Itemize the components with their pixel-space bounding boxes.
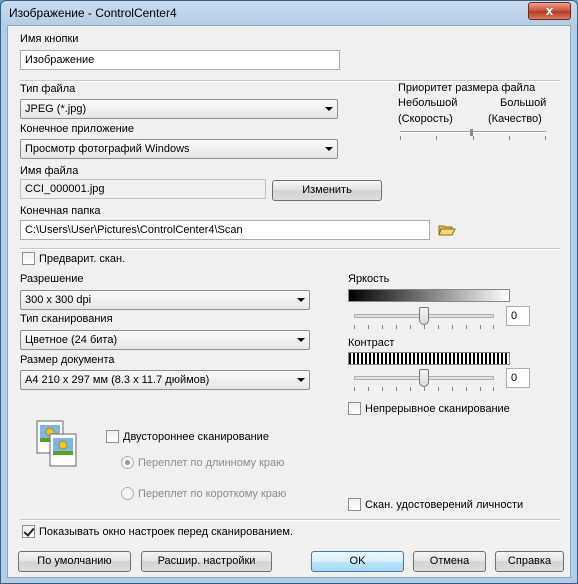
target-app-value: Просмотр фотографий Windows — [25, 143, 190, 155]
long-edge-label: Переплет по длинному краю — [138, 457, 285, 469]
separator — [20, 248, 560, 250]
advanced-settings-button[interactable]: Расшир. настройки — [141, 551, 272, 572]
duplex-pages-icon — [36, 420, 88, 468]
prescan-label: Предварит. скан. — [39, 253, 126, 265]
document-size-select[interactable]: A4 210 x 297 мм (8.3 x 11.7 дюймов) — [20, 370, 310, 390]
brightness-value[interactable]: 0 — [506, 306, 530, 326]
resolution-value: 300 x 300 dpi — [25, 294, 92, 306]
button-name-label: Имя кнопки — [20, 33, 79, 45]
dialog-content: Имя кнопки Изображение Тип файла JPEG (*… — [7, 25, 571, 578]
file-name-field: CCI_000001.jpg — [20, 179, 266, 199]
close-icon: x — [545, 3, 554, 18]
dialog-window: Изображение - ControlCenter4 x Имя кнопк… — [0, 0, 578, 584]
scan-type-value: Цветное (24 бита) — [25, 334, 118, 346]
document-size-label: Размер документа — [20, 354, 115, 366]
brightness-label: Яркость — [348, 273, 390, 285]
change-file-name-button[interactable]: Изменить — [272, 180, 382, 201]
window-title: Изображение - ControlCenter4 — [9, 6, 177, 20]
contrast-slider-thumb[interactable] — [419, 369, 429, 387]
slider-ticks — [400, 136, 546, 140]
scan-type-label: Тип сканирования — [20, 313, 113, 325]
target-folder-input[interactable]: C:\Users\User\Pictures\ControlCenter4\Sc… — [20, 220, 430, 240]
contrast-pattern — [348, 352, 510, 365]
separator — [20, 519, 560, 521]
continuous-scan-label: Непрерывное сканирование — [365, 403, 510, 415]
document-size-value: A4 210 x 297 мм (8.3 x 11.7 дюймов) — [25, 374, 210, 386]
file-type-label: Тип файла — [20, 83, 76, 95]
chevron-down-icon — [297, 378, 305, 382]
file-size-slider[interactable] — [400, 129, 546, 141]
short-edge-radio[interactable] — [121, 487, 134, 500]
duplex-scan-checkbox[interactable] — [106, 430, 119, 443]
target-app-label: Конечное приложение — [20, 123, 135, 135]
chevron-down-icon — [325, 147, 333, 151]
resolution-label: Разрешение — [20, 273, 84, 285]
target-app-select[interactable]: Просмотр фотографий Windows — [20, 139, 338, 159]
chevron-down-icon — [297, 298, 305, 302]
close-button[interactable]: x — [528, 2, 571, 20]
ok-button[interactable]: OK — [311, 551, 404, 572]
chevron-down-icon — [297, 338, 305, 342]
short-edge-label: Переплет по короткому краю — [138, 488, 287, 500]
button-name-input[interactable]: Изображение — [20, 50, 340, 70]
prescan-checkbox[interactable] — [22, 252, 35, 265]
slider-track — [400, 131, 546, 133]
scan-type-select[interactable]: Цветное (24 бита) — [20, 330, 310, 350]
slider-ticks — [354, 387, 494, 391]
file-name-label: Имя файла — [20, 165, 79, 177]
default-button[interactable]: По умолчанию — [18, 551, 131, 572]
file-type-select[interactable]: JPEG (*.jpg) — [20, 99, 338, 119]
brightness-slider[interactable] — [354, 306, 494, 329]
folder-icon[interactable] — [438, 223, 456, 237]
title-bar[interactable]: Изображение - ControlCenter4 x — [1, 1, 577, 25]
file-size-small-label: Небольшой — [398, 97, 458, 109]
brightness-slider-thumb[interactable] — [419, 307, 429, 325]
file-size-priority-label: Приоритет размера файла — [398, 82, 536, 94]
id-card-scan-label: Скан. удостоверений личности — [365, 499, 524, 511]
brightness-gradient — [348, 289, 510, 302]
contrast-label: Контраст — [348, 337, 395, 349]
chevron-down-icon — [325, 107, 333, 111]
cancel-button[interactable]: Отмена — [413, 551, 486, 572]
file-type-value: JPEG (*.jpg) — [25, 103, 87, 115]
slider-ticks — [354, 325, 494, 329]
long-edge-radio[interactable] — [121, 456, 134, 469]
show-settings-checkbox[interactable] — [22, 525, 35, 538]
id-card-scan-checkbox[interactable] — [348, 498, 361, 511]
duplex-scan-label: Двустороннее сканирование — [123, 431, 269, 443]
contrast-slider[interactable] — [354, 368, 494, 391]
file-size-large-label: Большой — [500, 97, 547, 109]
file-size-large-note: (Качество) — [488, 113, 542, 125]
file-size-small-note: (Скорость) — [398, 113, 453, 125]
target-folder-label: Конечная папка — [20, 205, 101, 217]
file-size-slider-thumb[interactable] — [470, 129, 473, 136]
continuous-scan-checkbox[interactable] — [348, 402, 361, 415]
resolution-select[interactable]: 300 x 300 dpi — [20, 290, 310, 310]
help-button[interactable]: Справка — [495, 551, 564, 572]
contrast-value[interactable]: 0 — [506, 368, 530, 388]
show-settings-label: Показывать окно настроек перед сканирова… — [39, 526, 294, 538]
